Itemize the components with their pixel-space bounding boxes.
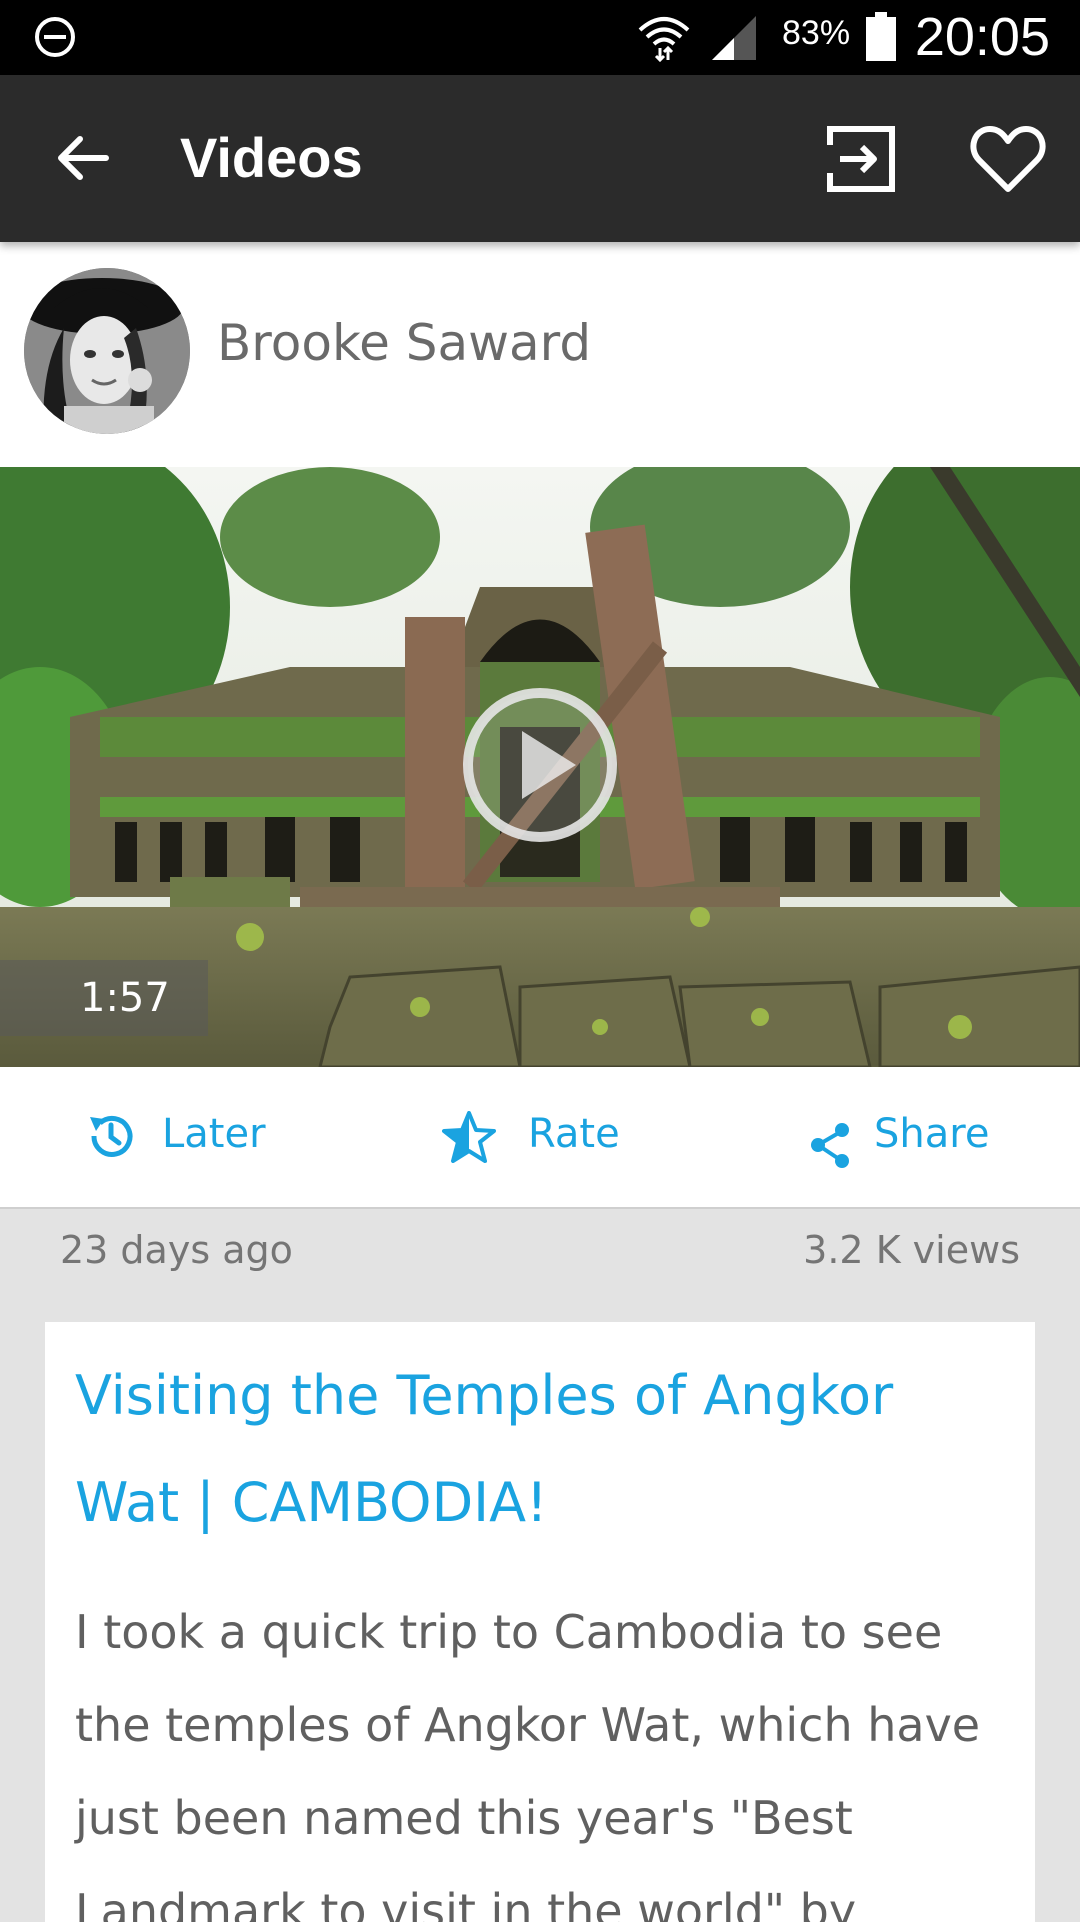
video-duration: 1:57	[0, 960, 208, 1036]
avatar[interactable]	[24, 268, 190, 434]
view-count: 3.2 K views	[803, 1228, 1020, 1272]
video-details-card: Visiting the Temples of Angkor Wat | CAM…	[45, 1322, 1035, 1922]
view-count-number: 3.2	[803, 1228, 864, 1272]
star-icon	[442, 1111, 496, 1163]
upload-age: 23 days ago	[60, 1228, 293, 1272]
share-button[interactable]: Share	[808, 1107, 1008, 1168]
wifi-icon	[638, 17, 690, 62]
page-title: Videos	[180, 126, 363, 189]
battery-icon	[866, 12, 896, 61]
do-not-disturb-icon	[35, 17, 75, 57]
action-bar: Later Rate Share	[0, 1067, 1080, 1209]
play-icon[interactable]	[460, 685, 620, 845]
video-title: Visiting the Temples of Angkor Wat | CAM…	[75, 1364, 894, 1534]
author-row[interactable]: Brooke Saward	[0, 242, 1080, 467]
share-icon	[811, 1123, 849, 1168]
view-count-unit: K views	[875, 1228, 1020, 1272]
cell-signal-icon	[712, 16, 756, 60]
video-description: I took a quick trip to Cambodia to see t…	[75, 1605, 981, 1922]
history-icon	[90, 1115, 133, 1157]
watch-later-button[interactable]: Later	[86, 1107, 286, 1167]
author-name[interactable]: Brooke Saward	[217, 314, 591, 372]
rate-button[interactable]: Rate	[442, 1107, 642, 1167]
clock: 20:05	[914, 7, 1050, 67]
exit-icon[interactable]	[826, 123, 898, 195]
back-arrow-icon[interactable]	[50, 125, 116, 191]
status-bar: 83% 20:05	[0, 0, 1080, 75]
later-label: Later	[162, 1111, 266, 1157]
app-bar: Videos	[0, 75, 1080, 242]
share-label: Share	[874, 1111, 990, 1157]
heart-icon[interactable]	[970, 123, 1046, 195]
battery-percent: 83%	[782, 14, 851, 52]
rate-label: Rate	[528, 1111, 620, 1157]
